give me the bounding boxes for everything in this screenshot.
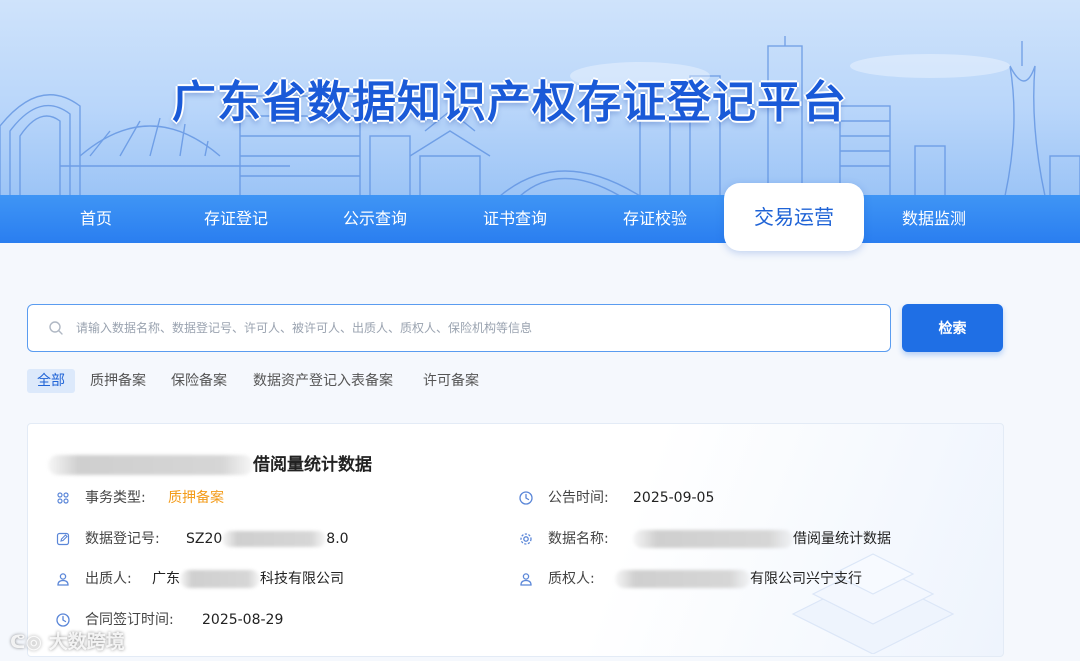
pledgor-label: 出质人: bbox=[85, 571, 132, 587]
redacted-text bbox=[180, 570, 260, 588]
header-banner: 广东省数据知识产权存证登记平台 bbox=[0, 0, 1080, 196]
watermark-logo-icon: ᕦ◎ bbox=[10, 631, 49, 653]
data-name-value: 借阅量统计数据 bbox=[633, 528, 891, 550]
redacted-text bbox=[615, 570, 750, 588]
main-nav: 首页 存证登记 公示查询 证书查询 存证校验 交易运营 数据监测 bbox=[0, 183, 1080, 251]
category-icon bbox=[57, 492, 69, 504]
redacted-text bbox=[633, 530, 793, 548]
user-icon bbox=[520, 573, 532, 586]
filter-tab-pledge[interactable]: 质押备案 bbox=[80, 369, 156, 393]
nav-item-public-query[interactable]: 公示查询 bbox=[305, 195, 445, 243]
nav-item-home[interactable]: 首页 bbox=[26, 195, 166, 243]
filter-tab-license[interactable]: 许可备案 bbox=[413, 369, 489, 393]
pledgee-label: 质权人: bbox=[548, 571, 595, 587]
result-card[interactable]: 借阅量统计数据 事务类型: 质押备案 公告时间: 2025-09-05 数据登记… bbox=[27, 423, 1004, 657]
user-icon bbox=[57, 573, 69, 586]
nav-item-verification[interactable]: 存证校验 bbox=[585, 195, 725, 243]
filter-tab-asset-registration[interactable]: 数据资产登记入表备案 bbox=[243, 369, 403, 393]
announce-time-label: 公告时间: bbox=[548, 490, 609, 506]
registration-number-label: 数据登记号: bbox=[85, 531, 160, 547]
watermark: ᕦ◎ 大数跨境 bbox=[10, 631, 125, 653]
edit-icon bbox=[56, 532, 70, 546]
nav-item-trading[interactable]: 交易运营 bbox=[724, 183, 864, 251]
search-button[interactable]: 检索 bbox=[902, 304, 1003, 352]
pledgor-value: 广东 科技有限公司 bbox=[152, 570, 344, 588]
announce-time-field: 公告时间: 2025-09-05 bbox=[518, 487, 958, 509]
redacted-text bbox=[222, 531, 327, 547]
result-title[interactable]: 借阅量统计数据 bbox=[48, 450, 372, 475]
platform-title: 广东省数据知识产权存证登记平台 bbox=[172, 77, 847, 128]
data-name-label: 数据名称: bbox=[548, 531, 609, 547]
registration-number-value: SZ20 8.0 bbox=[186, 531, 349, 547]
search-box bbox=[27, 304, 891, 352]
data-name-field: 数据名称: 借阅量统计数据 bbox=[518, 528, 988, 550]
redacted-text bbox=[48, 455, 253, 475]
announce-time-value: 2025-09-05 bbox=[633, 490, 715, 506]
filter-tab-all[interactable]: 全部 bbox=[27, 369, 75, 393]
gear-icon bbox=[520, 533, 532, 545]
business-type-value: 质押备案 bbox=[168, 490, 224, 506]
nav-item-registration[interactable]: 存证登记 bbox=[166, 195, 306, 243]
nav-item-monitoring[interactable]: 数据监测 bbox=[864, 195, 1004, 243]
business-type-label: 事务类型: bbox=[85, 490, 146, 506]
nav-item-certificate-query[interactable]: 证书查询 bbox=[445, 195, 585, 243]
pledgee-field: 质权人: 有限公司兴宁支行 bbox=[518, 568, 988, 590]
search-icon bbox=[49, 321, 63, 335]
clock-icon bbox=[56, 613, 70, 627]
filter-tab-insurance[interactable]: 保险备案 bbox=[161, 369, 237, 393]
pledgee-value: 有限公司兴宁支行 bbox=[615, 568, 862, 590]
registration-number-field: 数据登记号: SZ20 8.0 bbox=[55, 528, 495, 550]
contract-time-value: 2025-08-29 bbox=[202, 612, 284, 628]
pledgor-field: 出质人: 广东 科技有限公司 bbox=[55, 568, 495, 590]
clock-icon bbox=[519, 491, 533, 505]
search-input[interactable] bbox=[76, 305, 876, 351]
business-type-field: 事务类型: 质押备案 bbox=[55, 487, 495, 509]
